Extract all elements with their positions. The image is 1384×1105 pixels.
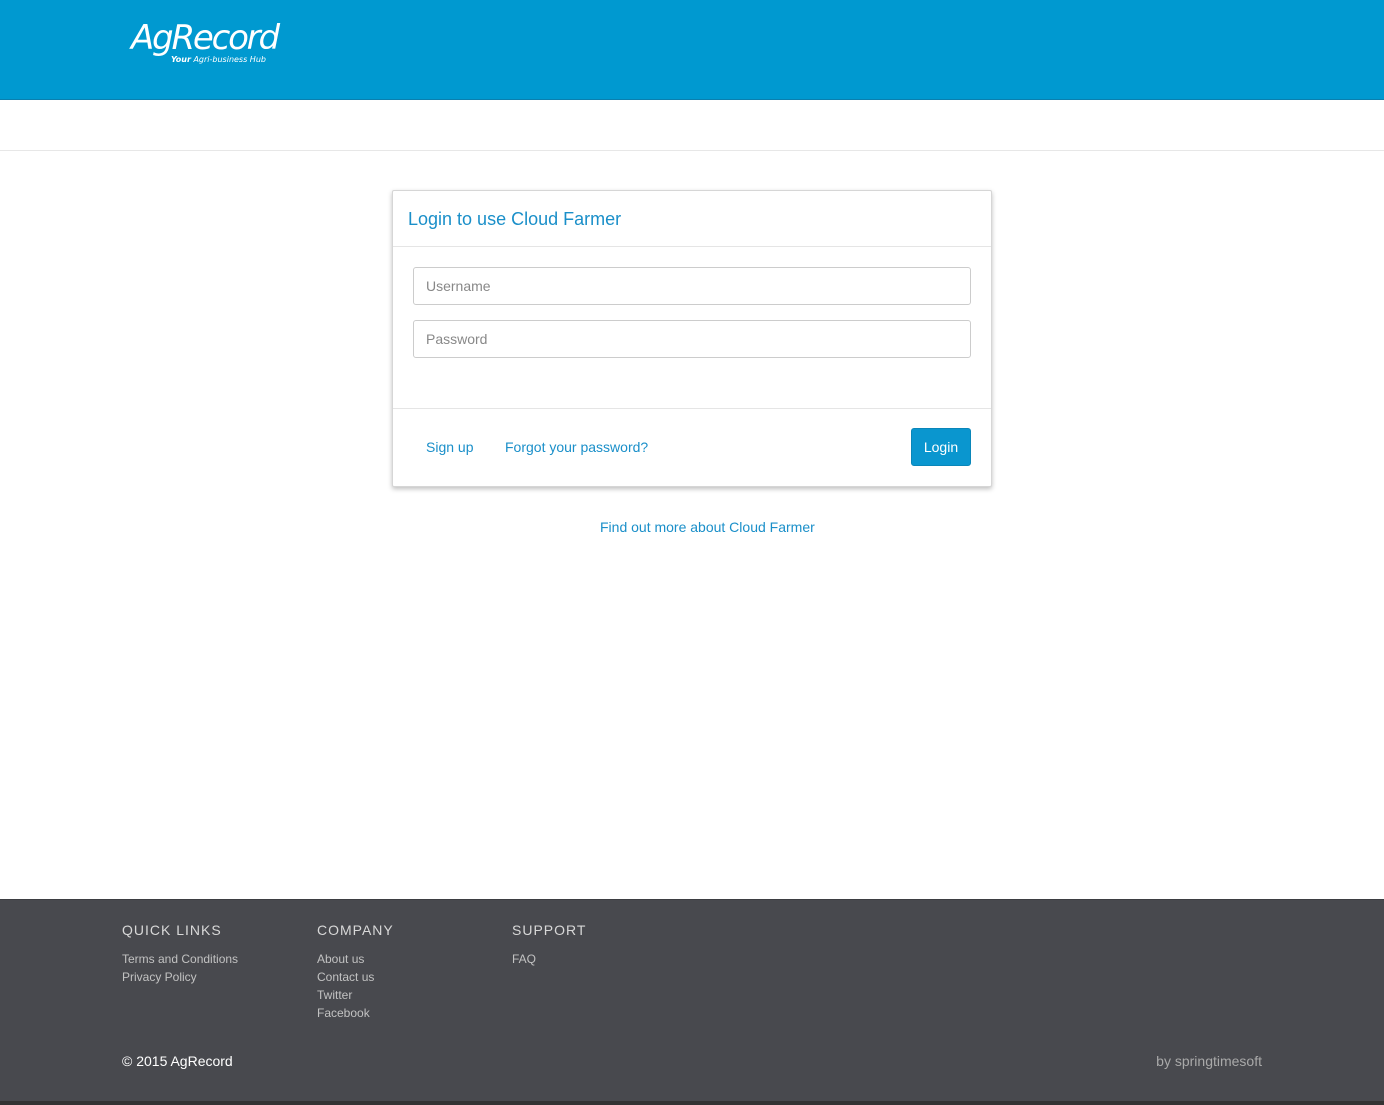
footer-link-faq[interactable]: FAQ xyxy=(512,950,586,968)
logo-tagline: Your Agri-business Hub xyxy=(171,55,266,65)
login-panel-footer: Sign up Forgot your password? Login xyxy=(393,408,991,486)
footer-link-terms[interactable]: Terms and Conditions xyxy=(122,950,238,968)
footer-company: COMPANY About us Contact us Twitter Face… xyxy=(317,922,394,1022)
agrecord-logo[interactable]: AgRecord Your Agri-business Hub xyxy=(131,18,281,70)
login-panel-heading: Login to use Cloud Farmer xyxy=(393,191,991,247)
find-out-more-link[interactable]: Find out more about Cloud Farmer xyxy=(600,519,815,535)
footer-quick-links: QUICK LINKS Terms and Conditions Privacy… xyxy=(122,922,238,986)
forgot-password-link[interactable]: Forgot your password? xyxy=(505,439,648,455)
bottom-edge-bar xyxy=(0,1101,1384,1105)
sign-up-link[interactable]: Sign up xyxy=(426,439,473,455)
footer-link-about[interactable]: About us xyxy=(317,950,394,968)
logo-tagline-rest: Agri-business Hub xyxy=(190,55,266,64)
sub-navbar xyxy=(0,100,1384,151)
footer-heading-support: SUPPORT xyxy=(512,922,587,938)
footer-copyright: © 2015 AgRecord xyxy=(122,1053,233,1069)
footer-heading-company: COMPANY xyxy=(317,922,394,938)
login-panel-title: Login to use Cloud Farmer xyxy=(408,209,622,229)
site-header: AgRecord Your Agri-business Hub xyxy=(0,0,1384,100)
logo-tagline-bold: Your xyxy=(171,55,191,64)
username-input[interactable] xyxy=(413,267,971,305)
footer-link-contact[interactable]: Contact us xyxy=(317,968,394,986)
footer-heading-quick-links: QUICK LINKS xyxy=(122,922,222,938)
footer-link-facebook[interactable]: Facebook xyxy=(317,1004,394,1022)
password-input[interactable] xyxy=(413,320,971,358)
logo-wordmark: AgRecord xyxy=(131,18,280,58)
footer-link-privacy[interactable]: Privacy Policy xyxy=(122,968,238,986)
login-panel: Login to use Cloud Farmer Sign up Forgot… xyxy=(392,190,992,487)
footer-byline-link[interactable]: by springtimesoft xyxy=(1156,1053,1262,1069)
footer-support: SUPPORT FAQ xyxy=(512,922,586,968)
footer-link-twitter[interactable]: Twitter xyxy=(317,986,394,1004)
login-button[interactable]: Login xyxy=(911,428,971,466)
site-footer: QUICK LINKS Terms and Conditions Privacy… xyxy=(0,899,1384,1105)
